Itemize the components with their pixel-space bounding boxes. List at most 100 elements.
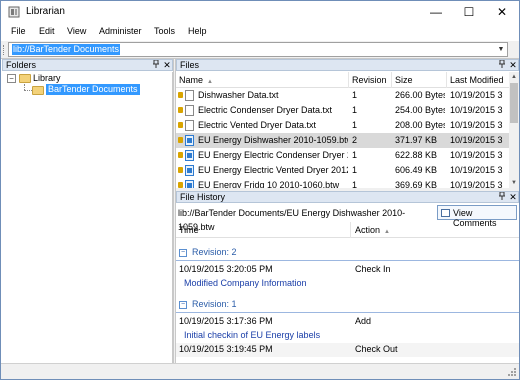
menu-help[interactable]: Help <box>188 26 207 36</box>
file-size: 254.00 Bytes <box>395 105 445 115</box>
history-pin-icon[interactable] <box>497 191 507 203</box>
column-header-last-modified[interactable]: Last Modified <box>450 75 504 85</box>
history-close-icon[interactable]: ✕ <box>508 192 518 203</box>
file-last-modified: 10/19/2015 3 <box>450 135 503 145</box>
folders-panel-header: Folders ✕ <box>2 59 173 71</box>
column-divider[interactable] <box>446 72 447 88</box>
history-entry-row[interactable]: 10/19/2015 3:19:45 PM Check Out <box>176 343 519 357</box>
column-header-size[interactable]: Size <box>395 75 413 85</box>
scroll-up-icon[interactable]: ▲ <box>509 72 519 82</box>
revision-label: Revision: 1 <box>192 299 237 309</box>
file-row[interactable]: Dishwasher Data.txt 1 266.00 Bytes 10/19/20… <box>176 88 509 103</box>
close-button[interactable]: ✕ <box>486 1 518 23</box>
minimize-icon: — <box>430 5 442 19</box>
history-time: 10/19/2015 3:19:45 PM <box>179 344 273 354</box>
collapse-icon[interactable]: − <box>179 301 187 309</box>
toolbar-grip[interactable] <box>3 45 6 55</box>
menu-view[interactable]: View <box>67 26 86 36</box>
history-time: 10/19/2015 3:17:36 PM <box>179 316 273 326</box>
file-name: EU Energy Electric Condenser Dryer 20... <box>198 150 348 160</box>
folders-panel-title: Folders <box>6 60 37 70</box>
bartender-document-icon <box>185 165 194 176</box>
comments-icon <box>441 209 450 217</box>
menu-administer[interactable]: Administer <box>99 26 142 36</box>
revision-label: Revision: 2 <box>192 247 237 257</box>
column-divider[interactable] <box>348 72 349 88</box>
revision-group-header[interactable]: − Revision: 2 <box>176 246 519 260</box>
menu-file[interactable]: File <box>11 26 26 36</box>
file-row[interactable]: Electric Vented Dryer Data.txt 1 208.00 By… <box>176 118 509 133</box>
column-header-action[interactable]: Action ▲ <box>355 225 390 235</box>
column-header-revision[interactable]: Revision <box>352 75 387 85</box>
window-title: Librarian <box>26 6 65 17</box>
lock-icon <box>178 152 183 158</box>
folders-tree: − Library BarTender Documents <box>2 72 173 363</box>
lock-icon <box>178 107 183 113</box>
file-size: 208.00 Bytes <box>395 120 445 130</box>
library-folder-icon <box>19 74 31 83</box>
file-name: Dishwasher Data.txt <box>198 90 279 100</box>
files-pin-icon[interactable] <box>497 59 507 71</box>
folders-pin-icon[interactable] <box>151 59 161 71</box>
file-row[interactable]: Electric Condenser Dryer Data.txt 1 254.00… <box>176 103 509 118</box>
lock-icon <box>178 137 183 143</box>
history-file-path: lib://BarTender Documents/EU Energy Dish… <box>178 208 406 232</box>
file-size: 606.49 KB <box>395 165 438 175</box>
collapse-icon[interactable]: − <box>179 249 187 257</box>
file-revision: 1 <box>352 105 358 115</box>
file-row[interactable]: EU Energy Dishwasher 2010-1059.btw 2 371.9… <box>176 133 509 148</box>
files-column-header: Name ▲ Revision Size Last Modified <box>176 72 509 88</box>
files-close-icon[interactable]: ✕ <box>508 60 518 71</box>
column-divider[interactable] <box>350 222 351 238</box>
file-size: 371.97 KB <box>395 135 438 145</box>
title-bar: Librarian — ☐ ✕ <box>1 1 519 23</box>
scroll-thumb[interactable] <box>510 83 518 123</box>
text-file-icon <box>185 90 194 101</box>
file-name: EU Energy Electric Vented Dryer 2012-0..… <box>198 165 348 175</box>
minimize-button[interactable]: — <box>420 1 452 23</box>
address-bar: lib://BarTender Documents ▼ <box>1 41 519 59</box>
text-file-icon <box>185 120 194 131</box>
file-revision: 2 <box>352 135 358 145</box>
file-row[interactable]: EU Energy Electric Condenser Dryer 20...… <box>176 148 509 163</box>
column-header-time[interactable]: Time <box>179 225 199 235</box>
menu-tools[interactable]: Tools <box>154 26 175 36</box>
history-entry-row[interactable]: 10/19/2015 3:17:36 PM Add <box>176 315 519 329</box>
column-header-name[interactable]: Name ▲ <box>179 75 213 85</box>
bartender-document-icon <box>185 150 194 161</box>
address-dropdown-icon[interactable]: ▼ <box>496 44 506 55</box>
sort-ascending-icon: ▲ <box>384 229 390 235</box>
file-last-modified: 10/19/2015 3 <box>450 150 503 160</box>
files-panel-header: Files ✕ <box>176 59 519 71</box>
scroll-down-icon[interactable]: ▼ <box>509 178 519 188</box>
column-divider[interactable] <box>391 72 392 88</box>
lock-icon <box>178 122 183 128</box>
resize-grip-icon[interactable] <box>507 367 517 377</box>
lock-icon <box>178 92 183 98</box>
menu-edit[interactable]: Edit <box>39 26 55 36</box>
history-entry-row[interactable]: 10/19/2015 3:20:05 PM Check In <box>176 263 519 277</box>
revision-group-header[interactable]: − Revision: 1 <box>176 298 519 312</box>
folders-close-icon[interactable]: ✕ <box>162 60 172 71</box>
status-bar <box>1 363 519 379</box>
files-panel-title: Files <box>180 60 200 70</box>
address-input[interactable]: lib://BarTender Documents ▼ <box>8 42 508 57</box>
maximize-button[interactable]: ☐ <box>453 1 485 23</box>
files-scrollbar[interactable]: ▲ ▼ <box>509 72 519 188</box>
history-action: Check Out <box>355 344 398 354</box>
tree-item-bartender-documents[interactable]: BarTender Documents <box>46 84 140 95</box>
view-comments-button[interactable]: View Comments <box>437 205 517 228</box>
file-revision: 1 <box>352 150 358 160</box>
history-action: Add <box>355 316 372 326</box>
file-name: Electric Condenser Dryer Data.txt <box>198 105 333 115</box>
address-value: lib://BarTender Documents <box>12 44 121 55</box>
bartender-folder-icon <box>32 86 44 95</box>
tree-connector <box>24 90 32 91</box>
file-last-modified: 10/19/2015 3 <box>450 120 503 130</box>
file-row[interactable]: EU Energy Electric Vented Dryer 2012-0..… <box>176 163 509 178</box>
history-comment: Initial checkin of EU Energy labels <box>184 330 321 340</box>
file-revision: 1 <box>352 165 358 175</box>
file-last-modified: 10/19/2015 3 <box>450 105 503 115</box>
tree-item-library[interactable]: Library <box>33 73 61 84</box>
tree-collapse-icon[interactable]: − <box>7 74 16 83</box>
